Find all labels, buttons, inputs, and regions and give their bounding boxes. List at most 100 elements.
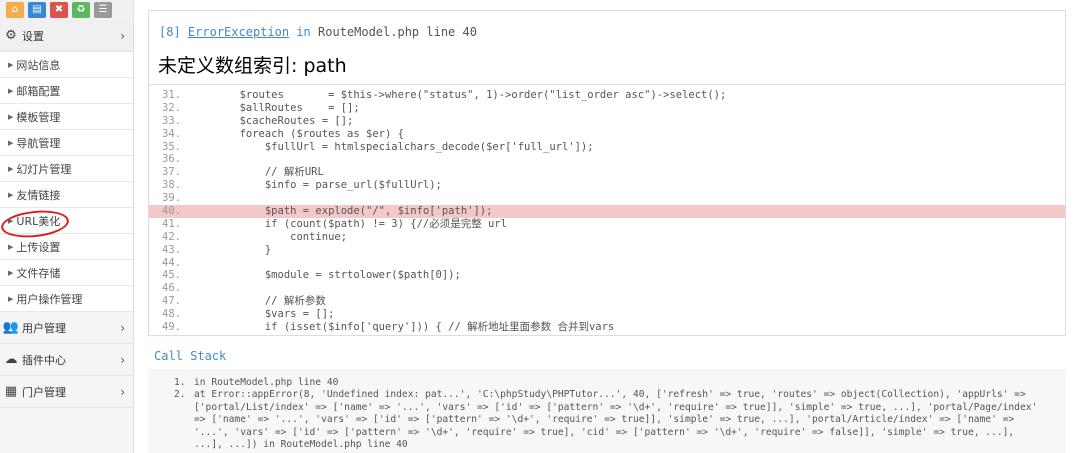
sidebar-item-url-rewrite[interactable]: ▶ URL美化	[0, 208, 133, 234]
line-number: 43.	[162, 243, 181, 256]
line-code: $allRoutes = [];	[189, 101, 360, 114]
sidebar-item-label: URL美化	[16, 214, 61, 228]
sidebar: ⌂ ▤ ✖ ♻ ☰ ⚙ 设置 › ▶ 网站信息 ▶ 邮箱配置 ▶ 模板管理 ▶ 导航管理…	[0, 0, 134, 453]
code-line: 47. // 解析参数	[149, 295, 1065, 308]
list-icon[interactable]: ☰	[94, 2, 112, 18]
caret-icon: ▶	[8, 216, 14, 225]
sidebar-item-label: 网站信息	[16, 58, 61, 72]
line-code: foreach ($routes as $er) {	[189, 127, 404, 140]
line-code: // 解析URL	[189, 166, 324, 179]
line-code: // 解析参数	[189, 295, 326, 308]
menu-group-portal[interactable]: ▦ 门户管理 ›	[0, 376, 133, 408]
code-line: 45. $module = strtolower($path[0]);	[149, 269, 1065, 282]
chevron-right-icon: ›	[120, 352, 125, 367]
sidebar-item-label: 邮箱配置	[16, 84, 61, 98]
line-number: 36.	[162, 153, 181, 166]
line-number: 42.	[162, 230, 181, 243]
cloud-icon: ☁	[4, 352, 18, 367]
sidebar-item-label: 友情链接	[16, 188, 61, 202]
sidebar-item-site-info[interactable]: ▶ 网站信息	[0, 52, 133, 78]
line-number: 38.	[162, 179, 181, 192]
menu-group-label: 设置	[22, 29, 44, 43]
code-line: 43. }	[149, 244, 1065, 257]
gears-icon: ⚙	[5, 28, 17, 43]
code-line: 38. $info = parse_url($fullUrl);	[149, 179, 1065, 192]
sidebar-item-label: 上传设置	[16, 240, 61, 254]
line-number: 44.	[162, 256, 181, 269]
menu-group-plugins[interactable]: ☁ 插件中心 ›	[0, 344, 133, 376]
line-number: 34.	[162, 127, 181, 140]
line-number: 41.	[162, 217, 181, 230]
code-line: 35. $fullUrl = htmlspecialchars_decode($…	[149, 141, 1065, 154]
home-icon[interactable]: ⌂	[6, 2, 24, 18]
document-icon[interactable]: ▤	[28, 2, 46, 18]
sidebar-item-label: 模板管理	[16, 110, 61, 124]
sidebar-item-links[interactable]: ▶ 友情链接	[0, 182, 133, 208]
trash-icon[interactable]: ✖	[50, 2, 68, 18]
sidebar-item-mail-config[interactable]: ▶ 邮箱配置	[0, 78, 133, 104]
chevron-right-icon: ›	[120, 384, 125, 399]
menu-group-settings[interactable]: ⚙ 设置 ›	[0, 20, 133, 52]
caret-icon: ▶	[8, 190, 14, 199]
exception-message: 未定义数组索引: path	[158, 55, 347, 77]
line-code: $cacheRoutes = [];	[189, 114, 354, 127]
exception-title: [8] ErrorException in RouteModel.php lin…	[159, 25, 477, 39]
code-line: 37. // 解析URL	[149, 166, 1065, 179]
code-line: 39.	[149, 192, 1065, 205]
call-stack-list: 1. in RouteModel.php line 40 2. at Error…	[174, 377, 1044, 451]
call-stack-item: 1. in RouteModel.php line 40	[174, 377, 1044, 389]
sidebar-item-label: 文件存储	[16, 266, 61, 280]
code-line: 31. $routes = $this->where("status", 1)-…	[149, 89, 1065, 102]
caret-icon: ▶	[8, 164, 14, 173]
call-stack-num: 1.	[174, 377, 186, 388]
call-stack-title: Call Stack	[154, 349, 227, 363]
chevron-right-icon: ›	[120, 28, 125, 43]
code-line: 36.	[149, 153, 1065, 166]
sidebar-item-label: 用户操作管理	[16, 292, 83, 306]
line-number: 39.	[162, 192, 181, 205]
sidebar-item-upload[interactable]: ▶ 上传设置	[0, 234, 133, 260]
exception-code: [8]	[159, 25, 181, 39]
menu-group-users[interactable]: 👥 用户管理 ›	[0, 312, 133, 344]
users-icon: 👥	[2, 320, 20, 335]
line-code: $info = parse_url($fullUrl);	[189, 179, 442, 192]
line-code: $vars = [];	[189, 308, 335, 321]
code-line: 49. if (isset($info['query'])) { // 解析地址…	[149, 321, 1065, 334]
call-stack-num: 2.	[174, 389, 186, 401]
line-code: if (count($path) != 3) {//必须是完整 url	[189, 217, 508, 230]
line-number: 45.	[162, 269, 181, 282]
recycle-icon[interactable]: ♻	[72, 2, 90, 18]
sidebar-item-storage[interactable]: ▶ 文件存储	[0, 260, 133, 286]
line-code: $fullUrl = htmlspecialchars_decode($er['…	[189, 140, 594, 153]
chevron-right-icon: ›	[120, 320, 125, 335]
caret-icon: ▶	[8, 268, 14, 277]
code-line: 44.	[149, 257, 1065, 270]
caret-icon: ▶	[8, 60, 14, 69]
line-number: 31.	[162, 89, 181, 101]
code-line: 42. continue;	[149, 231, 1065, 244]
caret-icon: ▶	[8, 138, 14, 147]
sidebar-item-label: 幻灯片管理	[16, 162, 72, 176]
menu-group-label: 门户管理	[22, 385, 66, 399]
code-line: 46.	[149, 282, 1065, 295]
source-lines: 31. $routes = $this->where("status", 1)-…	[149, 85, 1065, 334]
call-stack-text: at Error::appError(8, 'Undefined index: …	[194, 389, 1038, 451]
exception-class-link[interactable]: ErrorException	[188, 25, 289, 39]
exception-in: in	[296, 25, 311, 39]
sidebar-item-label: 导航管理	[16, 136, 61, 150]
line-number: 33.	[162, 114, 181, 127]
exception-header: [8] ErrorException in RouteModel.php lin…	[148, 10, 1066, 84]
line-code: $routes = $this->where("status", 1)->ord…	[189, 89, 727, 101]
line-number: 48.	[162, 308, 181, 321]
sidebar-item-navigation[interactable]: ▶ 导航管理	[0, 130, 133, 156]
line-number: 32.	[162, 101, 181, 114]
grid-icon: ▦	[4, 384, 18, 399]
sidebar-item-templates[interactable]: ▶ 模板管理	[0, 104, 133, 130]
line-code: continue;	[189, 230, 348, 243]
sidebar-item-user-actions[interactable]: ▶ 用户操作管理	[0, 286, 133, 312]
sidebar-item-slides[interactable]: ▶ 幻灯片管理	[0, 156, 133, 182]
